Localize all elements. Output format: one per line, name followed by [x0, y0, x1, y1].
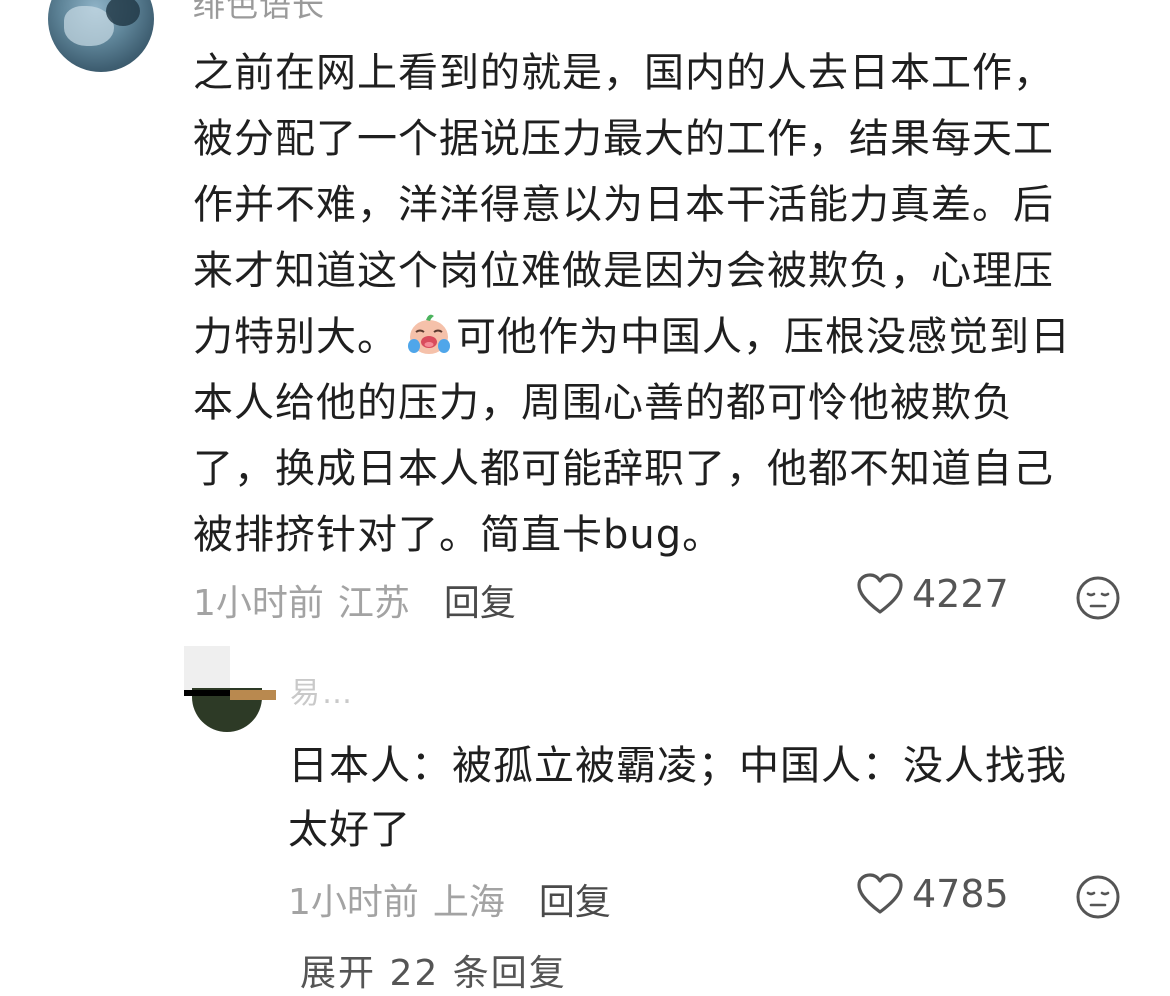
comment-line: 力特别大。 可他作为中国人，压根没感觉到日 [193, 304, 1123, 370]
reply-line: 日本人：被孤立被霸凌；中国人：没人找我 [288, 743, 1067, 789]
comment-location: 江苏 [337, 583, 410, 624]
reply-body: 日本人：被孤立被霸凌；中国人：没人找我 太好了 [288, 734, 1118, 862]
reply-avatar[interactable] [184, 646, 276, 732]
crying-face-icon [408, 314, 450, 354]
heart-icon [857, 873, 903, 914]
comment-line: 被分配了一个据说压力最大的工作，结果每天工 [193, 116, 1054, 162]
avatar-image-detail [184, 690, 230, 696]
expand-replies-button[interactable]: 展开 22 条回复 [300, 944, 567, 996]
comment-line: 本人给他的压力，周围心善的都可怜他被欺负 [193, 380, 1013, 426]
reply-username[interactable]: 易… [290, 668, 354, 712]
dislike-face-icon[interactable] [1075, 575, 1121, 621]
comment-line: 作并不难，洋洋得意以为日本干活能力真差。后 [193, 182, 1054, 228]
comment-line: 被排挤针对了。简直卡bug。 [193, 512, 724, 558]
avatar-image-detail [230, 690, 276, 700]
reply-location: 上海 [432, 882, 505, 923]
reply-time: 1小时前 [288, 882, 419, 923]
avatar-image-detail [106, 0, 140, 26]
reply-meta: 1小时前 上海 回复 [288, 873, 611, 925]
avatar[interactable] [48, 0, 154, 72]
like-button[interactable]: 4227 [856, 572, 1009, 616]
like-count: 4785 [912, 872, 1009, 916]
reply-button[interactable]: 回复 [539, 873, 611, 925]
comment-line: 了，换成日本人都可能辞职了，他都不知道自己 [193, 446, 1054, 492]
heart-icon [857, 573, 903, 614]
reply-button[interactable]: 回复 [444, 574, 516, 626]
comment-text: 可他作为中国人，压根没感觉到日 [456, 314, 1071, 360]
reply-line: 太好了 [288, 807, 411, 853]
comment-time: 1小时前 [193, 583, 324, 624]
comment-line: 之前在网上看到的就是，国内的人去日本工作， [193, 50, 1054, 96]
like-button[interactable]: 4785 [856, 872, 1009, 916]
comment-body: 之前在网上看到的就是，国内的人去日本工作， 被分配了一个据说压力最大的工作，结果… [193, 40, 1123, 568]
comment-text: 力特别大。 [193, 314, 398, 360]
comment-username[interactable]: 绯色语长 [193, 0, 325, 26]
avatar-image-detail [184, 646, 230, 690]
like-count: 4227 [912, 572, 1009, 616]
dislike-face-icon[interactable] [1075, 874, 1121, 920]
comment-line: 来才知道这个岗位难做是因为会被欺负，心理压 [193, 248, 1054, 294]
comment-meta: 1小时前 江苏 回复 [193, 574, 516, 626]
